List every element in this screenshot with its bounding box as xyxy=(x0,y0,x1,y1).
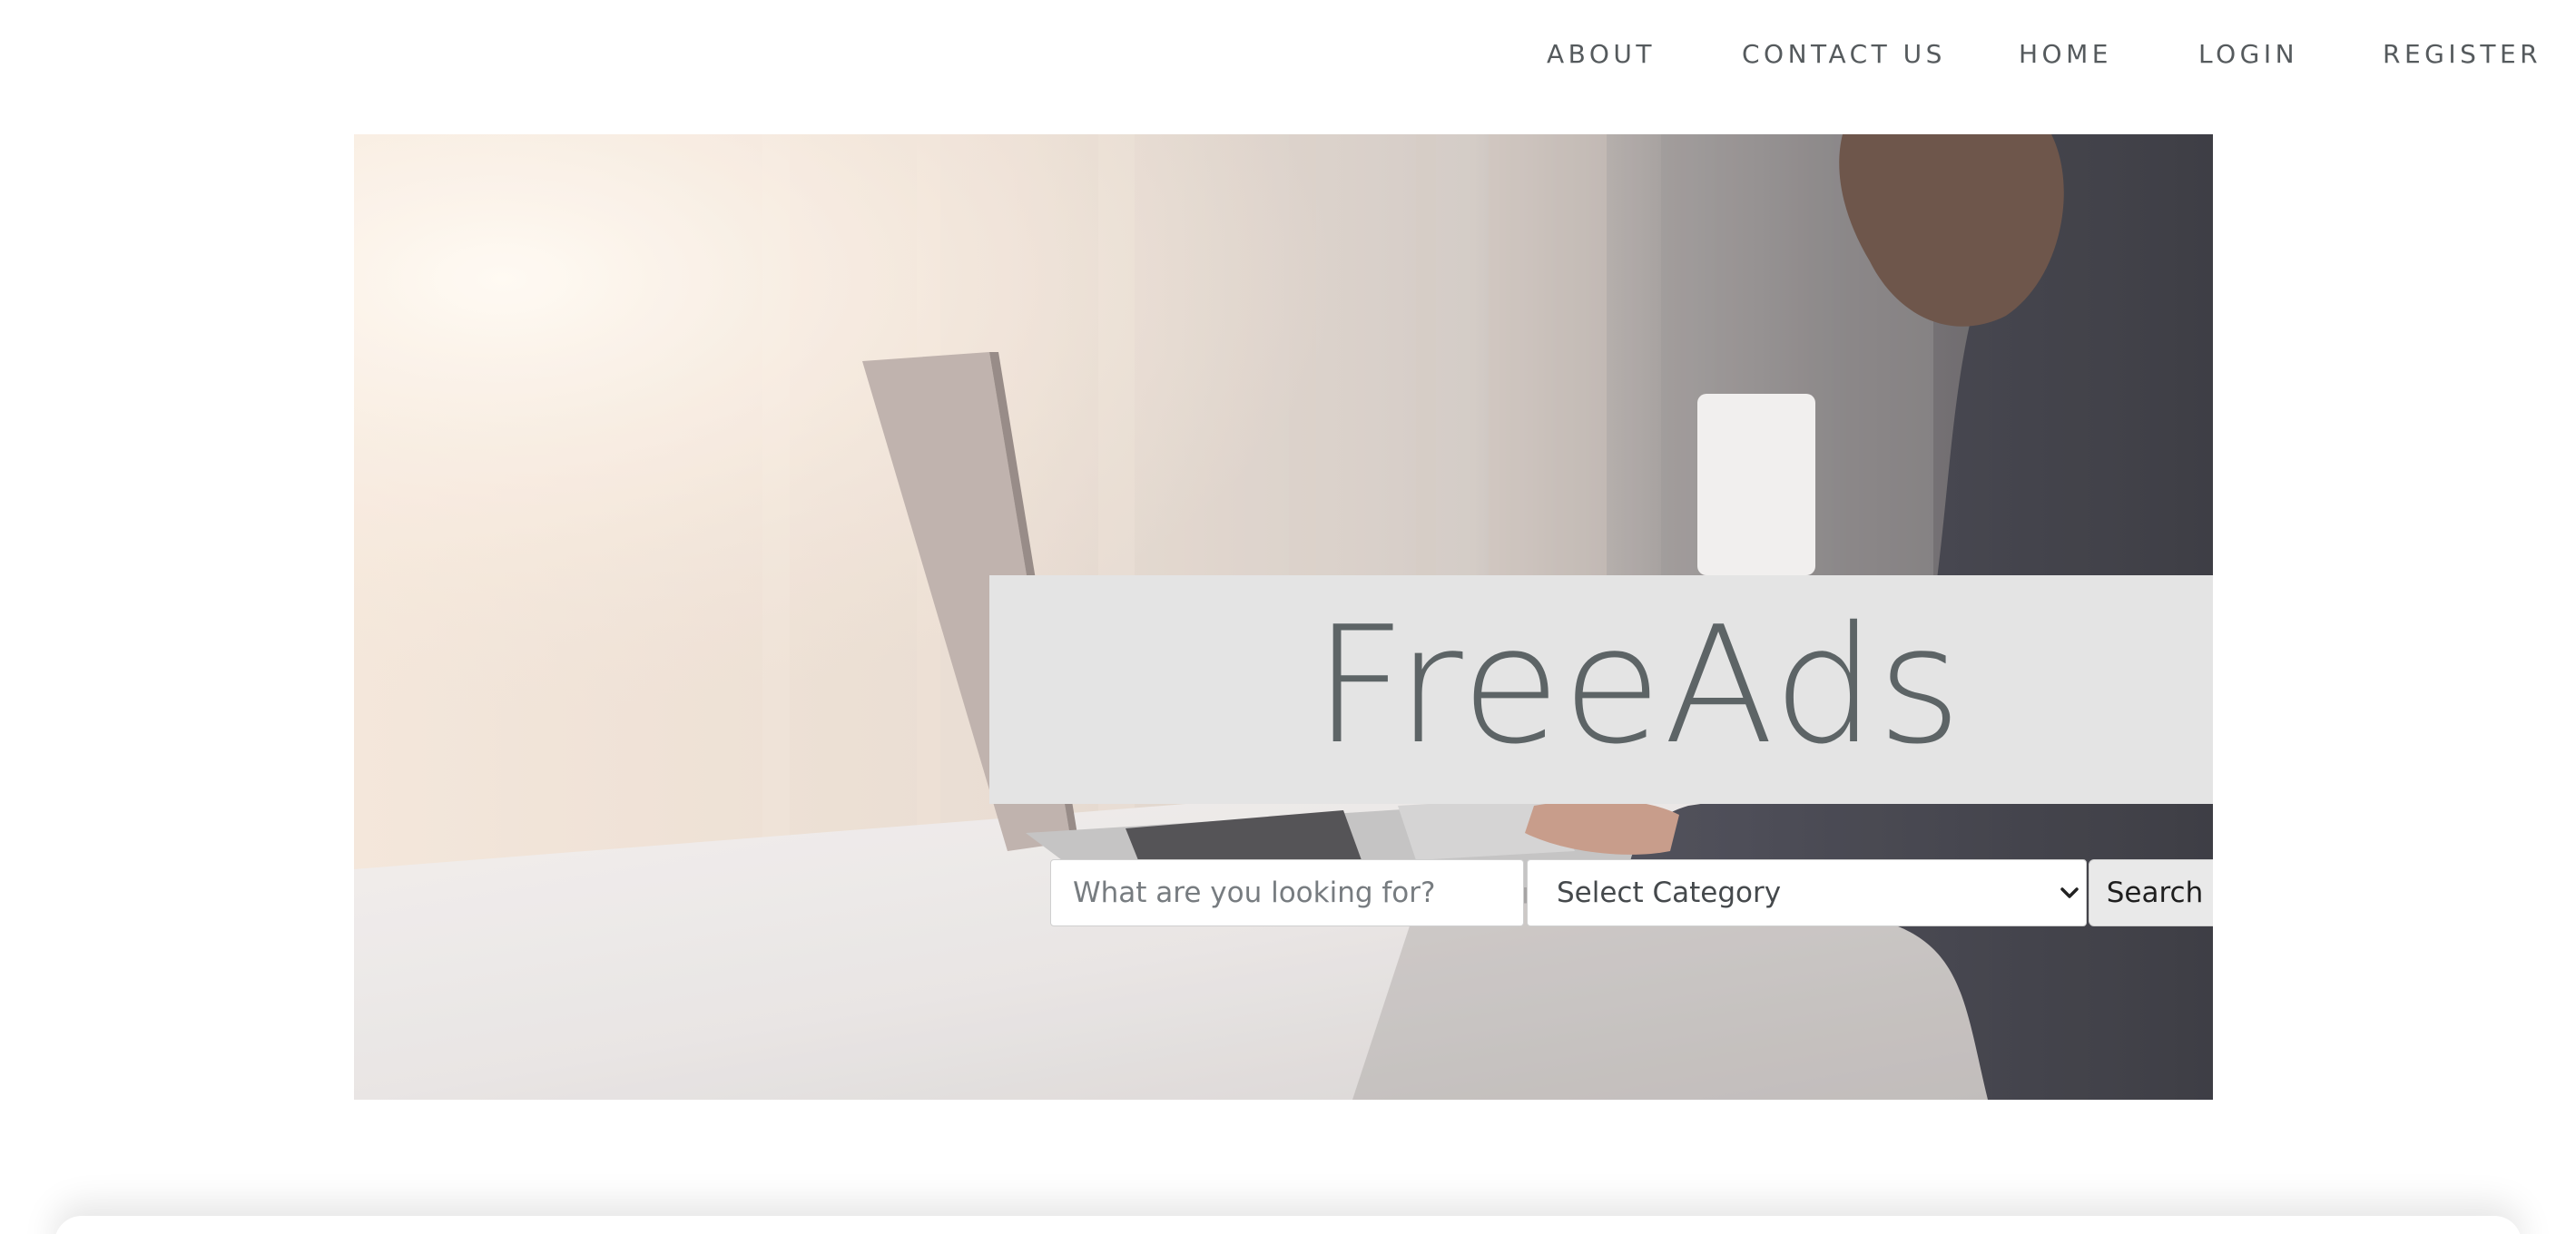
top-navigation: ABOUT CONTACT US HOME LOGIN REGISTER xyxy=(0,0,2576,111)
site-title: FreeAds xyxy=(1313,592,1964,779)
search-input[interactable] xyxy=(1050,859,1524,926)
page: ABOUT CONTACT US HOME LOGIN REGISTER Fre… xyxy=(0,0,2576,1234)
nav-link-login[interactable]: LOGIN xyxy=(2198,36,2298,73)
hero-section: FreeAds Select Category Search xyxy=(354,134,2213,1100)
category-select[interactable]: Select Category xyxy=(1527,859,2087,926)
chevron-down-icon xyxy=(2060,887,2079,898)
nav-link-home[interactable]: HOME xyxy=(2019,36,2112,73)
search-button[interactable]: Search xyxy=(2089,859,2213,926)
content-card xyxy=(54,1216,2522,1234)
nav-link-about[interactable]: ABOUT xyxy=(1547,36,1656,73)
nav-link-register[interactable]: REGISTER xyxy=(2383,36,2542,73)
title-box: FreeAds xyxy=(989,575,2213,804)
nav-link-contact-us[interactable]: CONTACT US xyxy=(1742,36,1946,73)
category-select-value: Select Category xyxy=(1557,877,1782,909)
